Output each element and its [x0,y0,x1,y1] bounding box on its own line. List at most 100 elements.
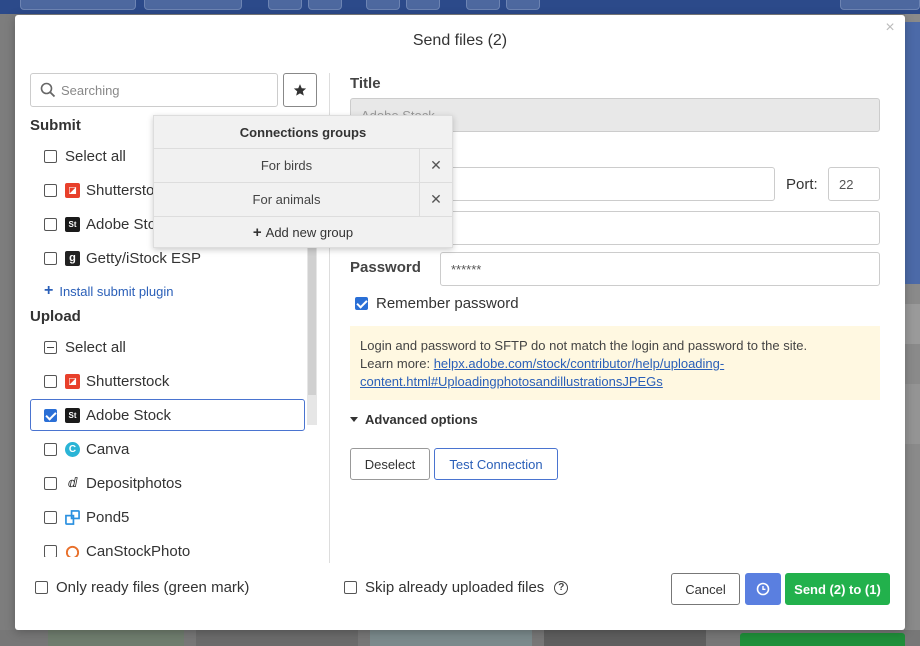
shutterstock-logo-icon: ◪ [65,373,80,389]
group-name[interactable]: For birds [154,149,420,182]
learn-more-link[interactable]: helpx.adobe.com/stock/contributor/help/u… [434,356,725,371]
toolbar-button-backdrop [506,0,540,10]
install-link-label: Install submit plugin [59,283,174,299]
schedule-button[interactable] [745,573,781,605]
checkbox[interactable] [344,581,357,594]
star-icon [293,84,307,96]
send-files-modal: Send files (2) × Submit Select all ◪ Shu… [15,15,905,630]
advanced-label: Advanced options [365,412,478,427]
upload-item-depositphotos[interactable]: ⅆ Depositphotos [30,467,305,499]
upload-item-canstockphoto[interactable]: CanStockPhoto [30,535,305,557]
send-button[interactable]: Send (2) to (1) [785,573,890,605]
favorites-button[interactable] [283,73,317,107]
group-row[interactable]: For animals ✕ [154,183,452,217]
cancel-button[interactable]: Cancel [671,573,740,605]
help-icon[interactable]: ? [554,580,569,595]
learn-more-link-continued[interactable]: content.html#Uploadingphotosandillustrat… [360,374,663,389]
pond5-logo-icon [65,509,80,525]
close-icon[interactable]: ✕ [420,183,452,216]
checkbox[interactable] [44,374,57,388]
checkbox[interactable] [35,581,48,594]
thumbnail-backdrop [48,630,184,646]
connections-groups-popover: Connections groups For birds ✕ For anima… [153,115,453,248]
only-ready-label: Only ready files (green mark) [56,579,250,596]
port-label: Port: [786,176,818,193]
notice-learn: Learn more: [360,356,434,371]
close-icon[interactable]: ✕ [420,149,452,182]
checkbox[interactable] [44,408,57,422]
checkbox[interactable] [44,340,57,354]
notice-text: Login and password to SFTP do not match … [360,338,808,353]
shutterstock-logo-icon: ◪ [65,182,80,198]
select-all-label: Select all [65,338,126,356]
checkbox[interactable] [44,510,57,524]
upload-item-shutterstock[interactable]: ◪ Shutterstock [30,365,305,397]
upload-select-all[interactable]: Select all [30,331,305,363]
add-group-button[interactable]: + Add new group [154,217,452,249]
upload-item-adobe-stock[interactable]: St Adobe Stock [30,399,305,431]
canva-logo-icon: C [65,441,80,457]
plugin-label: Getty/iStock ESP [86,249,202,267]
plugin-label: Adobe Stock [86,406,172,424]
only-ready-files[interactable]: Only ready files (green mark) [30,579,249,596]
caret-down-icon [350,417,358,422]
adobe-stock-logo-icon: St [65,407,80,423]
checkbox[interactable] [44,476,57,490]
plus-icon: + [44,282,54,299]
install-submit-plugin-link[interactable]: + Install submit plugin [44,282,174,300]
checkbox[interactable] [44,149,57,163]
status-backdrop [740,633,905,646]
password-field[interactable]: ****** [440,252,880,286]
deselect-button[interactable]: Deselect [350,448,430,480]
remember-label: Remember password [376,295,519,312]
modal-title: Send files (2) [412,32,508,49]
port-field[interactable]: 22 [828,167,880,201]
remember-password[interactable]: Remember password [350,295,519,312]
thumbnail-backdrop [905,22,920,284]
password-value: ****** [451,261,482,277]
skip-uploaded-files[interactable]: Skip already uploaded files ? [339,579,569,596]
test-connection-button[interactable]: Test Connection [434,448,558,480]
toolbar-button-backdrop [406,0,440,10]
search-input[interactable] [30,73,278,107]
plugin-label: Shutterstock [86,372,170,390]
app-toolbar-backdrop [0,0,920,14]
plugin-label: CanStockPhoto [86,542,191,558]
toolbar-button-backdrop [466,0,500,10]
checkbox[interactable] [44,544,57,557]
thumbnail-backdrop [370,630,532,646]
thumbnail-backdrop [905,304,920,344]
app-bottom-backdrop [0,630,920,646]
close-icon[interactable]: × [883,20,897,36]
select-all-label: Select all [65,147,126,165]
upload-item-canva[interactable]: C Canva [30,433,305,465]
title-label: Title [350,75,381,92]
toolbar-button-backdrop [840,0,920,10]
advanced-options-toggle[interactable]: Advanced options [350,412,478,427]
toolbar-button-backdrop [20,0,136,10]
plus-icon: + [252,224,262,241]
upload-item-pond5[interactable]: Pond5 [30,501,305,533]
port-value: 22 [839,176,854,192]
checkbox[interactable] [355,297,368,310]
checkbox[interactable] [44,183,57,197]
skip-uploaded-label: Skip already uploaded files [365,579,545,596]
thumbnail-backdrop [544,630,706,646]
checkbox[interactable] [44,442,57,456]
thumbnail-backdrop [196,630,358,646]
submit-section-title: Submit [30,117,81,134]
plugin-label: Canva [86,440,130,458]
toolbar-button-backdrop [144,0,242,10]
upload-section-title: Upload [30,308,81,325]
plugin-label: Depositphotos [86,474,182,492]
checkbox[interactable] [44,251,57,265]
plugin-label: Pond5 [86,508,130,526]
canstockphoto-logo-icon [65,543,80,557]
toolbar-button-backdrop [366,0,400,10]
clock-icon [756,582,770,596]
adobe-stock-logo-icon: St [65,216,80,232]
group-row[interactable]: For birds ✕ [154,149,452,183]
group-name[interactable]: For animals [154,183,420,216]
password-label: Password [350,259,421,276]
checkbox[interactable] [44,217,57,231]
